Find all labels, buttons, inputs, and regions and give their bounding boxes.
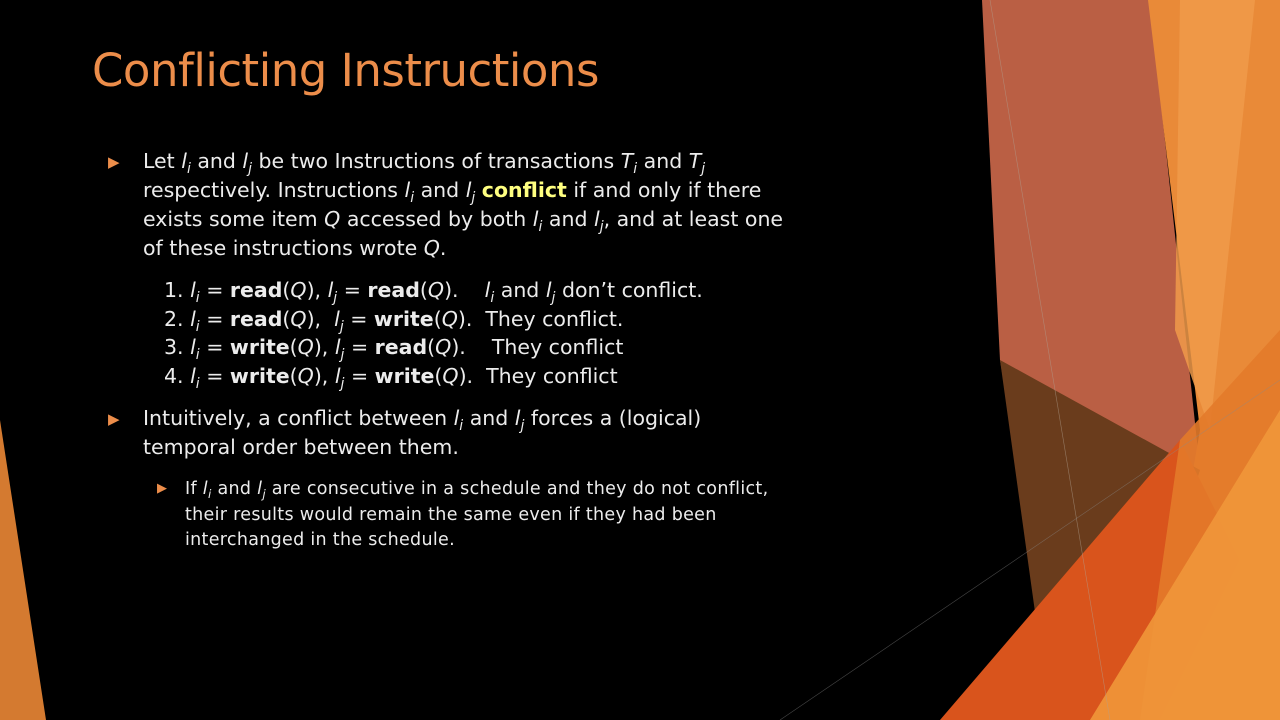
conflict-cases-list: 1. li = read(Q), lj = read(Q). li and lj… — [164, 276, 703, 390]
list-item: 4. li = write(Q), lj = write(Q). They co… — [164, 363, 618, 392]
list-item: 3. li = write(Q), lj = read(Q). They con… — [164, 335, 624, 363]
sub-bullet-consecutive: If li and lj are consecutive in a schedu… — [185, 479, 769, 550]
list-item: 2. li = read(Q), lj = write(Q). They con… — [164, 306, 624, 335]
bullet-intuition: Intuitively, a conflict between li and l… — [143, 406, 702, 459]
deco-shape-left-sliver — [0, 420, 46, 720]
list-item: 1. li = read(Q), lj = read(Q). li and lj… — [164, 278, 703, 306]
bullet-arrow-icon: ▶ — [108, 153, 120, 171]
highlight-conflict: conflict — [481, 178, 567, 202]
sub-bullet-arrow-icon: ▶ — [157, 481, 167, 496]
bullet-arrow-icon: ▶ — [108, 410, 120, 428]
slide-title: Conflicting Instructions — [92, 44, 599, 97]
bullet-definition: Let li and lj be two Instructions of tra… — [143, 149, 784, 260]
